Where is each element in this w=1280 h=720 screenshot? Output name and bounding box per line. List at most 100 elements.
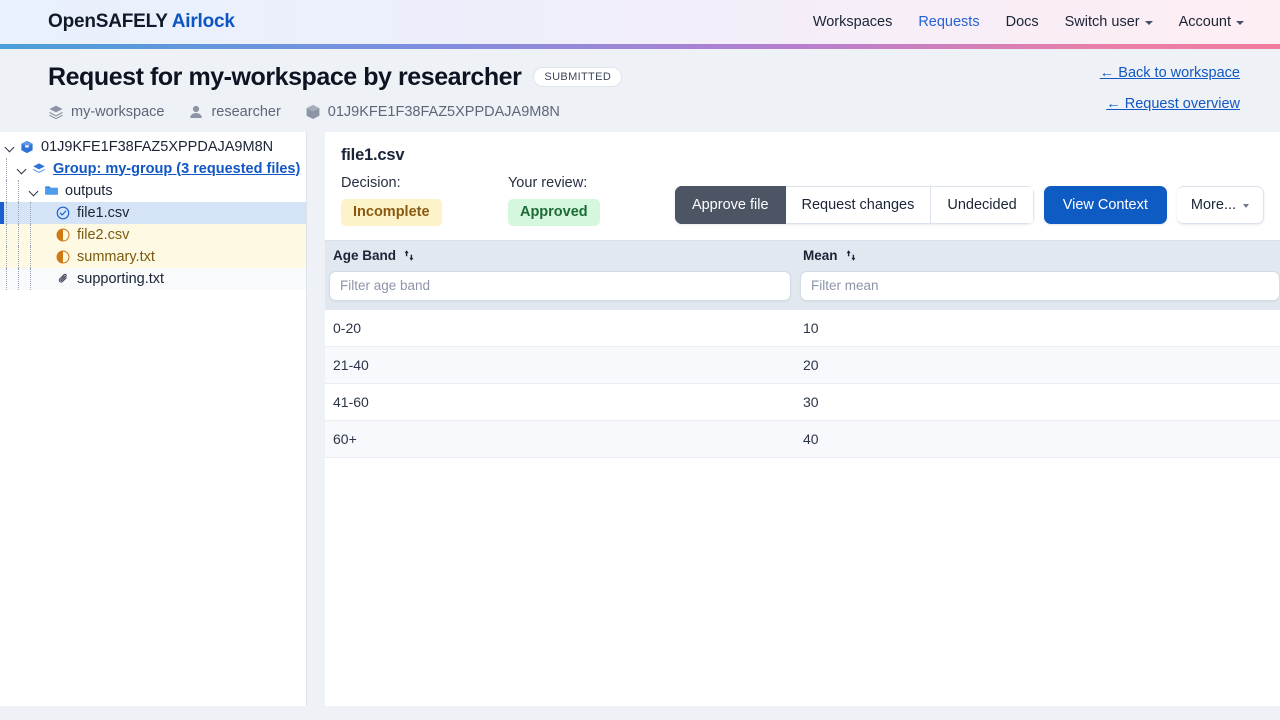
- nav-link-workspaces[interactable]: Workspaces: [813, 14, 893, 30]
- paperclip-icon: [55, 271, 71, 287]
- check-circle-icon: [55, 205, 71, 221]
- sort-icon[interactable]: [845, 249, 857, 262]
- nav-link-label: Switch user: [1065, 14, 1140, 30]
- view-context-button[interactable]: View Context: [1044, 186, 1167, 224]
- cell-age-band: 0-20: [325, 320, 795, 336]
- tree-item-outputs[interactable]: outputs: [0, 180, 306, 202]
- table-header: Age Band Mean: [325, 240, 1280, 310]
- cell-mean: 20: [795, 357, 1280, 373]
- header-links: ← Back to workspace ← Request overview: [1100, 65, 1240, 112]
- nav-link-label: Workspaces: [813, 14, 893, 30]
- tree-item-group-my-group-3-requested-files[interactable]: Group: my-group (3 requested files): [0, 158, 306, 180]
- more-button[interactable]: More...: [1177, 186, 1264, 224]
- tree-spacer: [40, 207, 52, 219]
- nav-link-label: Docs: [1006, 14, 1039, 30]
- cell-age-band: 60+: [325, 431, 795, 447]
- brand-accent-text: Airlock: [172, 11, 235, 32]
- tree-item-file1-csv[interactable]: file1.csv: [0, 202, 306, 224]
- tree-item-summary-txt[interactable]: summary.txt: [0, 246, 306, 268]
- tree-guide-line: [18, 224, 19, 246]
- tree-item-file2-csv[interactable]: file2.csv: [0, 224, 306, 246]
- table-row: 60+40: [325, 421, 1280, 458]
- panel-gap: [307, 132, 325, 700]
- tree-guide-line: [30, 202, 31, 224]
- tree-item-supporting-txt[interactable]: supporting.txt: [0, 268, 306, 290]
- your-review-label: Your review:: [508, 175, 675, 191]
- tree-item-01j9kfe1f38faz5xppdaja9m8n[interactable]: 01J9KFE1F38FAZ5XPPDAJA9M8N: [0, 136, 306, 158]
- brand-primary-text: OpenSAFELY: [48, 11, 168, 32]
- chevron-down-icon: [1236, 21, 1244, 25]
- file-header: file1.csv Decision: Incomplete Your revi…: [325, 132, 1280, 226]
- nav-link-docs[interactable]: Docs: [1006, 14, 1039, 30]
- nav-link-label: Account: [1179, 14, 1231, 30]
- half-circle-icon: [55, 227, 71, 243]
- meta-request-id-label: 01J9KFE1F38FAZ5XPPDAJA9M8N: [328, 104, 560, 120]
- meta-user-label: researcher: [211, 104, 280, 120]
- data-table: Age Band Mean: [325, 240, 1280, 458]
- status-badge: SUBMITTED: [533, 67, 622, 87]
- request-overview-link[interactable]: ← Request overview: [1100, 96, 1240, 112]
- tree-item-label: supporting.txt: [77, 272, 164, 287]
- column-header-age-band-label: Age Band: [333, 248, 396, 263]
- review-decision-button-group: Approve file Request changes Undecided: [675, 186, 1034, 224]
- file-tree: 01J9KFE1F38FAZ5XPPDAJA9M8N Group: my-grou…: [0, 132, 306, 290]
- cell-age-band: 41-60: [325, 394, 795, 410]
- page-title: Request for my-workspace by researcher: [48, 63, 521, 92]
- file-detail-panel: file1.csv Decision: Incomplete Your revi…: [325, 132, 1280, 706]
- top-navbar: OpenSAFELYAirlock Workspaces Requests Docs…: [0, 0, 1280, 44]
- cell-mean: 30: [795, 394, 1280, 410]
- tree-item-label: file2.csv: [77, 228, 129, 243]
- sort-icon[interactable]: [403, 249, 415, 262]
- column-header-age-band[interactable]: Age Band: [325, 248, 795, 263]
- filter-age-band-input[interactable]: [329, 271, 791, 301]
- tree-guide-line: [30, 224, 31, 246]
- nav-link-label: Requests: [918, 14, 979, 30]
- table-header-row: Age Band Mean: [325, 241, 1280, 271]
- tree-item-label: file1.csv: [77, 206, 129, 221]
- table-row: 0-2010: [325, 310, 1280, 347]
- nav-link-account[interactable]: Account: [1179, 14, 1244, 30]
- tree-guide-line: [30, 268, 31, 290]
- tree-guide-line: [6, 158, 7, 180]
- undecided-button[interactable]: Undecided: [931, 186, 1033, 224]
- body-wrapper: 01J9KFE1F38FAZ5XPPDAJA9M8N Group: my-grou…: [0, 132, 1280, 708]
- metadata-row: my-workspace researcher 01J9KFE1F38FAZ5X…: [48, 104, 1244, 120]
- cell-mean: 40: [795, 431, 1280, 447]
- your-review-status-badge: Approved: [508, 199, 600, 226]
- title-row: Request for my-workspace by researcher S…: [48, 63, 1244, 92]
- approve-file-button[interactable]: Approve file: [675, 186, 786, 224]
- chevron-down-icon: [1145, 21, 1153, 25]
- table-row: 21-4020: [325, 347, 1280, 384]
- request-changes-button[interactable]: Request changes: [786, 186, 932, 224]
- your-review-block: Your review: Approved: [508, 175, 675, 226]
- tree-item-label: Group: my-group (3 requested files): [53, 162, 300, 177]
- cell-age-band: 21-40: [325, 357, 795, 373]
- brand-logo[interactable]: OpenSAFELYAirlock: [48, 11, 235, 33]
- meta-workspace: my-workspace: [48, 104, 164, 120]
- review-bar: Decision: Incomplete Your review: Approv…: [341, 175, 1264, 226]
- file-tree-sidebar: 01J9KFE1F38FAZ5XPPDAJA9M8N Group: my-grou…: [0, 132, 307, 706]
- tree-item-label: summary.txt: [77, 250, 155, 265]
- layers-icon: [48, 104, 64, 120]
- chevron-down-icon[interactable]: [28, 185, 40, 197]
- nav-link-requests[interactable]: Requests: [918, 14, 979, 30]
- half-circle-icon: [55, 249, 71, 265]
- meta-request-id: 01J9KFE1F38FAZ5XPPDAJA9M8N: [305, 104, 560, 120]
- box-icon: [305, 104, 321, 120]
- back-to-workspace-link[interactable]: ← Back to workspace: [1100, 65, 1240, 81]
- tree-guide-line: [18, 246, 19, 268]
- tree-guide-line: [6, 180, 7, 202]
- tree-item-label: outputs: [65, 184, 113, 199]
- table-row: 41-6030: [325, 384, 1280, 421]
- tree-spacer: [40, 273, 52, 285]
- filter-mean-input[interactable]: [800, 271, 1280, 301]
- nav-link-switch-user[interactable]: Switch user: [1065, 14, 1153, 30]
- tree-guide-line: [6, 268, 7, 290]
- chevron-down-icon[interactable]: [16, 163, 28, 175]
- meta-user: researcher: [188, 104, 280, 120]
- tree-guide-line: [6, 246, 7, 268]
- decision-status-badge: Incomplete: [341, 199, 442, 226]
- column-header-mean[interactable]: Mean: [795, 248, 1280, 263]
- chevron-down-icon[interactable]: [4, 141, 16, 153]
- decision-label: Decision:: [341, 175, 508, 191]
